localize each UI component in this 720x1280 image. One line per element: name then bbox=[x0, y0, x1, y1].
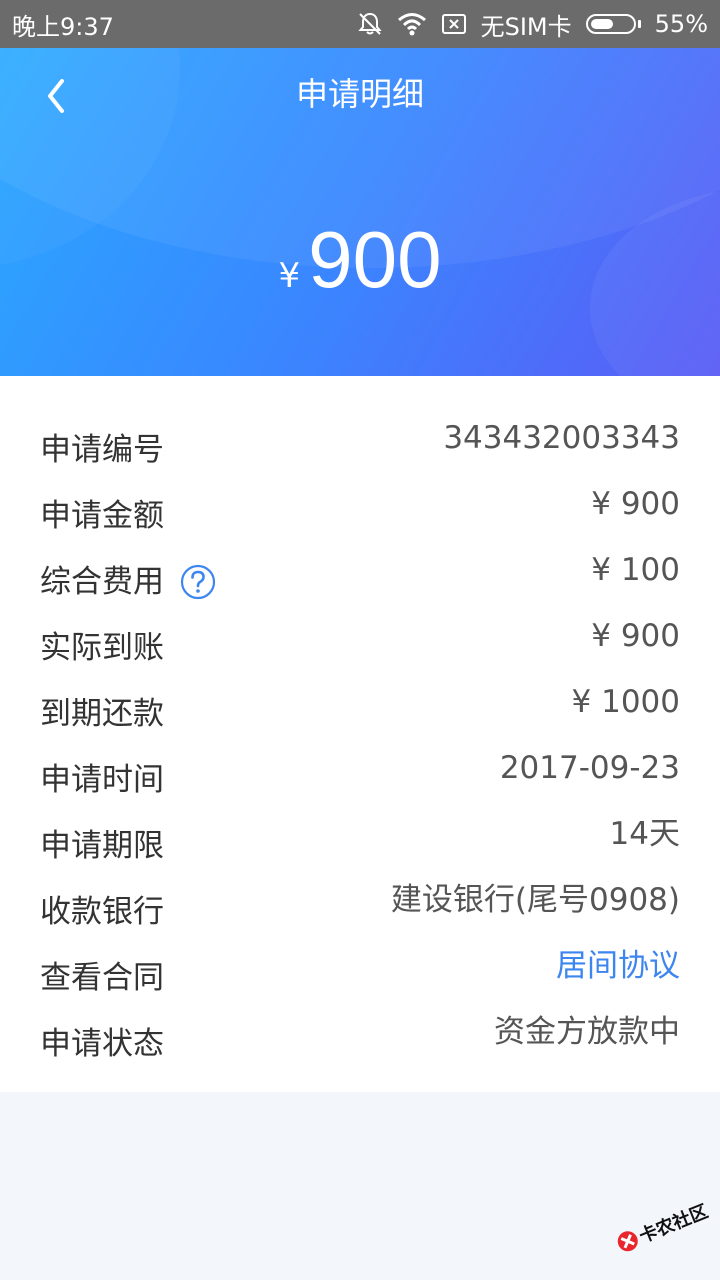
detail-label: 到期还款 bbox=[40, 696, 164, 732]
question-circle-icon[interactable] bbox=[180, 564, 216, 600]
status-bar: 晚上9:37 无SIM卡 55% bbox=[0, 0, 720, 48]
watermark-logo: 卡农社区 bbox=[610, 1190, 711, 1260]
battery-icon bbox=[585, 14, 641, 34]
detail-value: 2017-09-23 bbox=[499, 750, 680, 786]
detail-row-receiving-bank: 收款银行 建设银行(尾号0908) bbox=[40, 870, 680, 936]
detail-label: 综合费用 bbox=[40, 564, 164, 600]
detail-value: ¥ 900 bbox=[591, 486, 680, 522]
detail-value: 14天 bbox=[609, 816, 680, 852]
detail-label: 查看合同 bbox=[40, 960, 164, 996]
bell-off-icon bbox=[357, 11, 383, 37]
detail-label: 申请时间 bbox=[40, 762, 164, 798]
detail-label: 申请编号 bbox=[40, 432, 164, 468]
detail-label: 申请期限 bbox=[40, 828, 164, 864]
page-title: 申请明细 bbox=[295, 75, 424, 113]
sim-status: 无SIM卡 bbox=[480, 12, 572, 41]
battery-percent: 55% bbox=[654, 10, 708, 38]
amount-display: ¥ 900 bbox=[0, 212, 720, 308]
detail-label: 收款银行 bbox=[40, 894, 164, 930]
detail-label: 申请金额 bbox=[40, 498, 164, 534]
detail-row-application-number: 申请编号 343432003343 bbox=[40, 408, 680, 474]
detail-row-application-amount: 申请金额 ¥ 900 bbox=[40, 474, 680, 540]
detail-label-wrap: 综合费用 bbox=[40, 562, 216, 602]
detail-row-application-term: 申请期限 14天 bbox=[40, 804, 680, 870]
contract-link[interactable]: 居间协议 bbox=[556, 946, 680, 986]
amount-value: 900 bbox=[308, 215, 442, 304]
status-time: 晚上9:37 bbox=[12, 12, 114, 41]
detail-row-application-time: 申请时间 2017-09-23 bbox=[40, 738, 680, 804]
detail-row-actual-received: 实际到账 ¥ 900 bbox=[40, 606, 680, 672]
detail-value: ¥ 100 bbox=[591, 552, 680, 588]
detail-value: ¥ 1000 bbox=[571, 684, 680, 720]
no-sim-icon bbox=[441, 12, 467, 36]
detail-value: 资金方放款中 bbox=[494, 1014, 680, 1050]
header: 申请明细 ¥ 900 bbox=[0, 48, 720, 376]
detail-row-application-status: 申请状态 资金方放款中 bbox=[40, 1002, 680, 1068]
detail-row-view-contract: 查看合同 居间协议 bbox=[40, 936, 680, 1002]
detail-row-comprehensive-fee: 综合费用 ¥ 100 bbox=[40, 540, 680, 606]
detail-value: 建设银行(尾号0908) bbox=[390, 882, 680, 918]
detail-label: 实际到账 bbox=[40, 630, 164, 666]
details-card: 申请编号 343432003343 申请金额 ¥ 900 综合费用 ¥ 100 … bbox=[0, 376, 720, 1092]
detail-value: 343432003343 bbox=[443, 420, 680, 456]
detail-row-due-repayment: 到期还款 ¥ 1000 bbox=[40, 672, 680, 738]
amount-currency: ¥ bbox=[278, 256, 301, 296]
detail-value: ¥ 900 bbox=[591, 618, 680, 654]
detail-label: 申请状态 bbox=[40, 1026, 164, 1062]
wifi-icon bbox=[397, 12, 427, 36]
